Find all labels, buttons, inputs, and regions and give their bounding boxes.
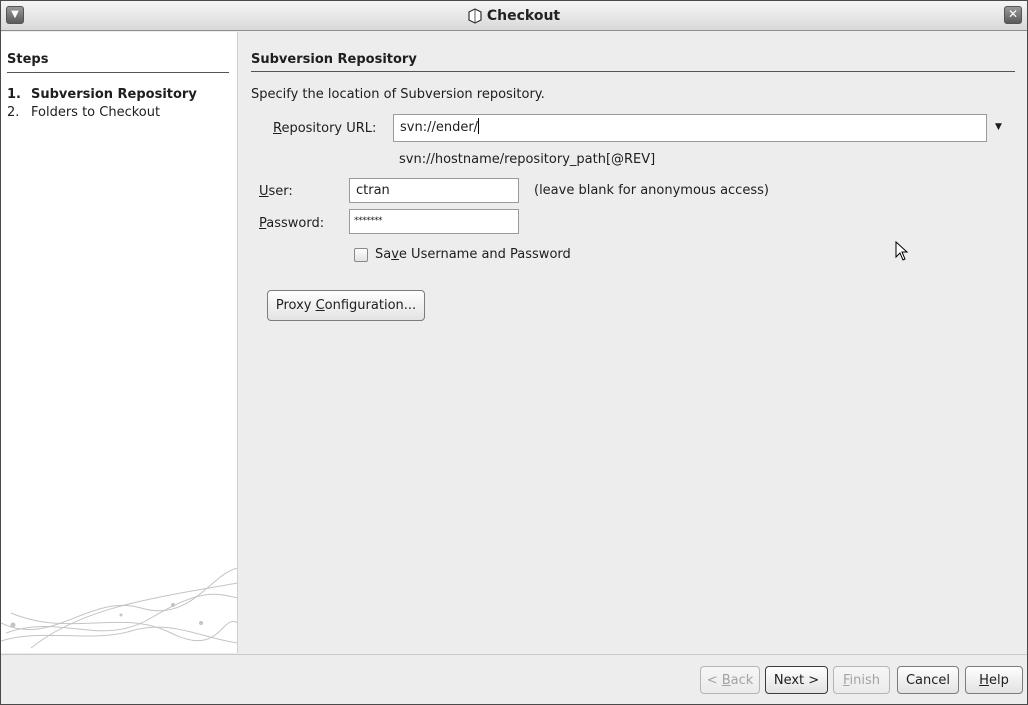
help-button[interactable]: Help [965, 666, 1023, 694]
label-text: assword: [266, 216, 325, 231]
instruction-text: Specify the location of Subversion repos… [251, 87, 545, 102]
mouse-pointer-icon [895, 241, 909, 261]
step-item-folders-to-checkout: 2. Folders to Checkout [7, 104, 197, 122]
title-bar[interactable]: ▼ Checkout ✕ [1, 1, 1027, 31]
repository-url-value: svn://ender/ [400, 120, 479, 135]
save-credentials-checkbox[interactable] [354, 248, 368, 262]
label-text: Sa [375, 247, 392, 262]
button-text: inish [849, 672, 881, 688]
label-accelerator: v [391, 247, 399, 262]
back-button[interactable]: < Back [700, 666, 760, 694]
user-hint: (leave blank for anonymous access) [534, 183, 769, 198]
checkout-dialog: ▼ Checkout ✕ Steps 1. Subversion Reposito… [0, 0, 1028, 705]
step-number: 2. [7, 105, 20, 120]
close-icon[interactable]: ✕ [1004, 6, 1022, 24]
button-text: < [706, 672, 722, 688]
panel-divider [251, 71, 1015, 72]
steps-title: Steps [7, 52, 49, 67]
app-logo-icon [468, 8, 482, 24]
footer-divider [1, 654, 1027, 655]
step-label: Folders to Checkout [31, 105, 161, 120]
button-text: ack [730, 672, 754, 688]
label-accelerator: U [259, 184, 269, 199]
label-text: ser: [268, 184, 293, 199]
text-caret [478, 118, 480, 134]
proxy-configuration-button[interactable]: Proxy Configuration... [267, 290, 425, 321]
label-text: e Username and Password [398, 247, 571, 262]
steps-divider [7, 72, 229, 73]
chevron-down-icon[interactable]: ▼ [995, 122, 1002, 132]
steps-list: 1. Subversion Repository 2. Folders to Che… [7, 86, 197, 122]
password-input[interactable]: ******* [349, 209, 519, 234]
main-pane: Subversion Repository Specify the locati… [239, 32, 1027, 653]
repository-url-label: Repository URL: [273, 121, 376, 136]
button-text: Proxy [275, 298, 316, 313]
button-text: onfiguration... [324, 298, 417, 313]
window-title-group: Checkout [1, 1, 1027, 31]
next-button[interactable]: Next > [765, 666, 828, 694]
repository-url-hint: svn://hostname/repository_path[@REV] [399, 152, 656, 167]
button-text: elp [988, 672, 1009, 688]
user-input[interactable]: ctran [349, 178, 519, 203]
step-label: Subversion Repository [31, 87, 197, 102]
step-number: 1. [7, 87, 21, 102]
label-text: epository URL: [281, 121, 377, 136]
password-label: Password: [259, 216, 324, 231]
repository-url-input[interactable]: svn://ender/ [393, 114, 987, 142]
save-credentials-label[interactable]: Save Username and Password [375, 247, 571, 262]
user-label: User: [259, 184, 293, 199]
steps-pane: Steps 1. Subversion Repository 2. Folders … [1, 32, 238, 653]
step-item-subversion-repository: 1. Subversion Repository [7, 86, 197, 104]
window-title: Checkout [486, 8, 561, 24]
cancel-button[interactable]: Cancel [897, 666, 959, 694]
panel-title: Subversion Repository [251, 52, 417, 67]
button-accelerator: B [721, 672, 731, 688]
decorative-swoosh-image [1, 567, 237, 649]
button-accelerator: H [979, 672, 989, 688]
finish-button[interactable]: Finish [833, 666, 890, 694]
button-accelerator: C [315, 298, 325, 313]
